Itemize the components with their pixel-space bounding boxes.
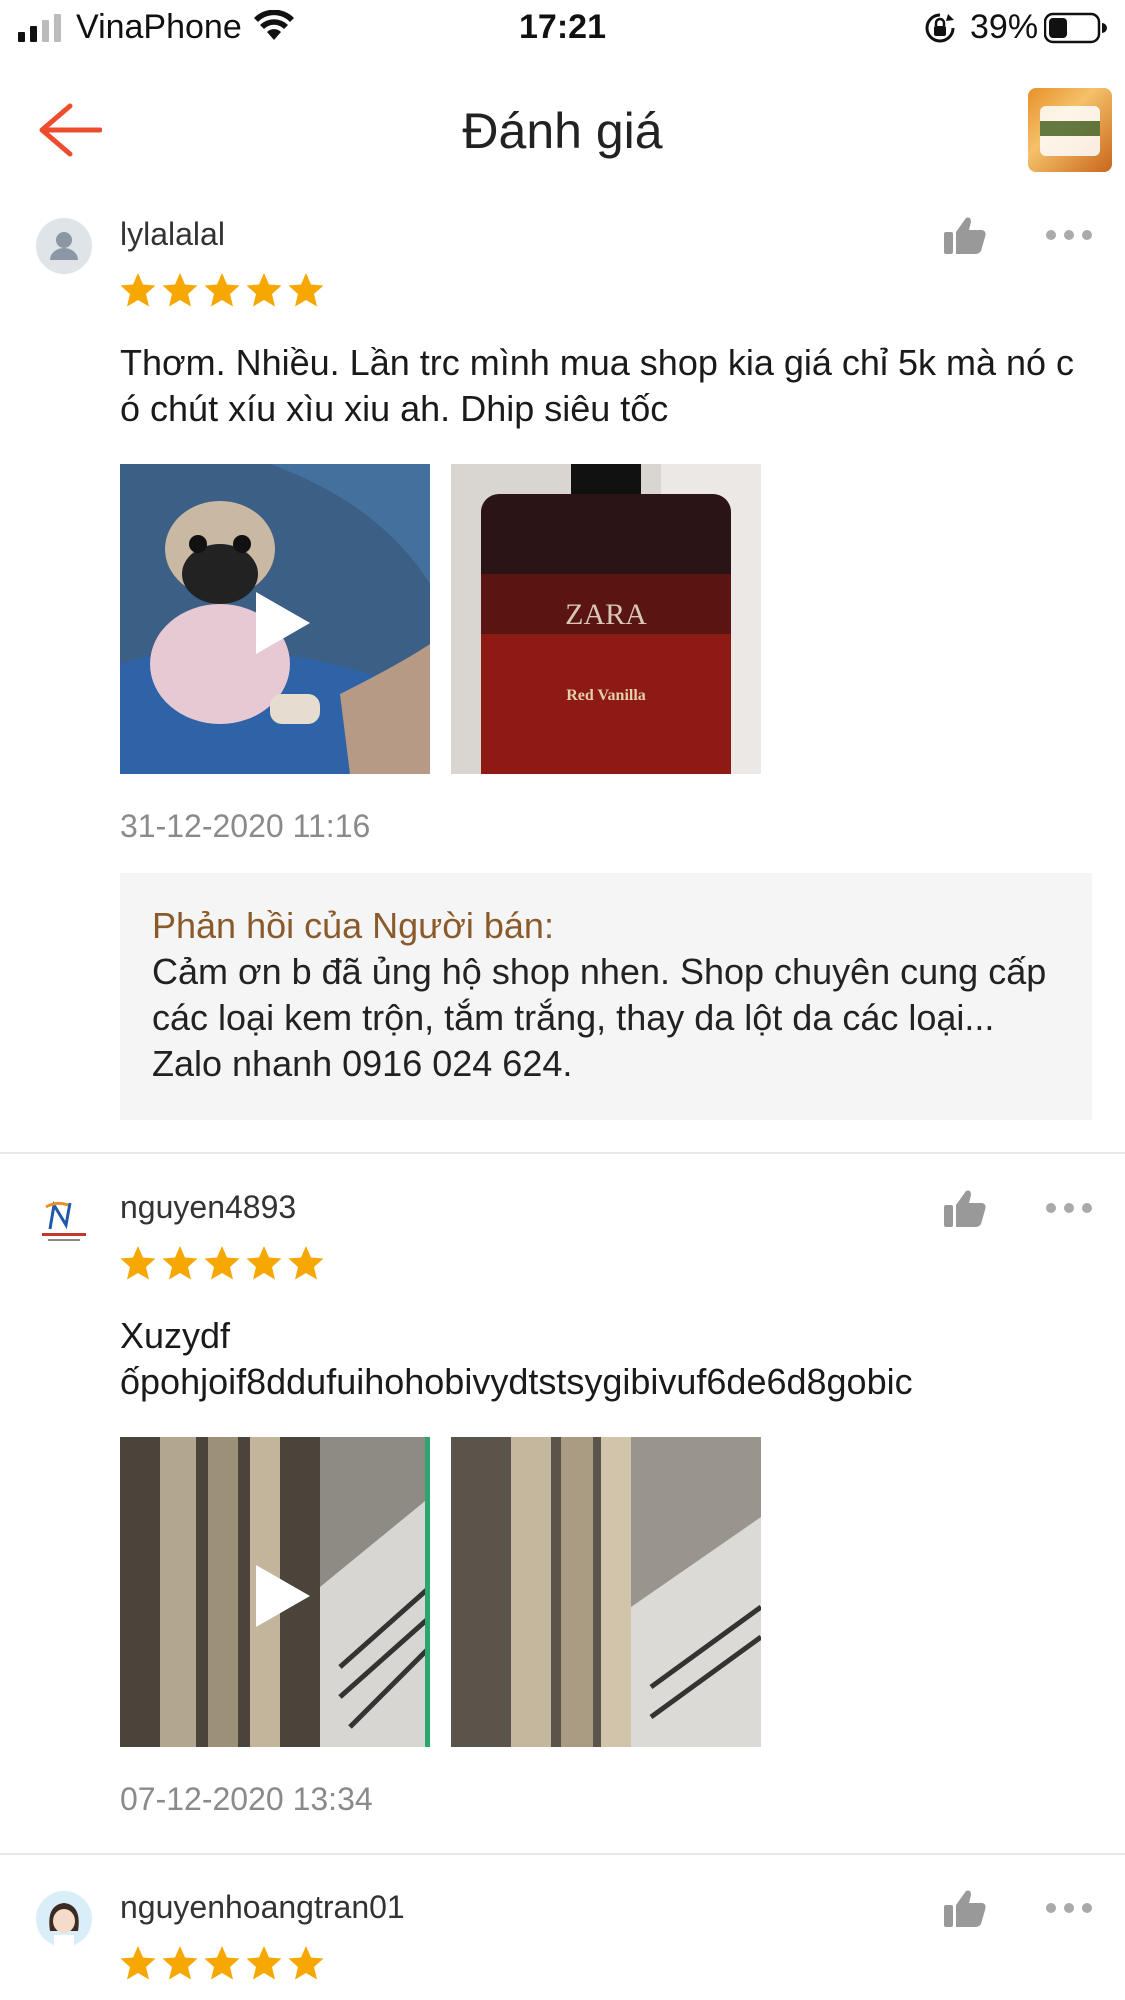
thumbs-up-icon[interactable]	[944, 214, 988, 256]
review-item: nguyenhoangtran01	[0, 1873, 1125, 2000]
thumbs-up-icon[interactable]	[944, 1187, 988, 1229]
product-thumbnail[interactable]	[1028, 88, 1112, 172]
review-video-thumbnail[interactable]	[120, 464, 430, 774]
seller-reply-title: Phản hồi của Người bán:	[152, 905, 554, 946]
avatar[interactable]	[36, 1193, 92, 1249]
star-icon	[246, 1946, 282, 1980]
user-avatar-image	[49, 1903, 79, 1947]
star-icon	[204, 1246, 240, 1280]
perfume-product-text: Red Vanilla	[566, 687, 646, 704]
status-bar: VinaPhone 17:21 39%	[0, 0, 1125, 56]
reviewer-username: lylalalal	[120, 216, 225, 252]
review-item: nguyen4893 Xuzydf ốpohjoif8ddufuihohobiv…	[0, 1173, 1125, 1853]
divider	[0, 1853, 1125, 1855]
battery-percent: 39%	[970, 8, 1039, 46]
more-options-icon[interactable]	[1044, 1901, 1094, 1915]
more-options-icon[interactable]	[1044, 228, 1094, 242]
seller-reply-text: Cảm ơn b đã ủng hộ shop nhen. Shop chuyê…	[152, 951, 1047, 1084]
stairs-image	[451, 1437, 761, 1747]
star-icon	[204, 273, 240, 307]
review-photo[interactable]: ZARA Red Vanilla	[451, 464, 761, 774]
star-icon	[120, 1946, 156, 1980]
review-comment: Xuzydf ốpohjoif8ddufuihohobivydtstsygibi…	[120, 1315, 913, 1402]
star-icon	[246, 273, 282, 307]
review-video-thumbnail[interactable]	[120, 1437, 430, 1747]
star-icon	[162, 1946, 198, 1980]
reviewer-username: nguyenhoangtran01	[120, 1889, 405, 1925]
review-date: 07-12-2020 13:34	[120, 1781, 373, 1817]
page-title: Đánh giá	[462, 103, 663, 159]
rotation-lock-icon	[925, 13, 955, 43]
star-icon	[162, 273, 198, 307]
review-date: 31-12-2020 11:16	[120, 808, 371, 844]
rating-stars	[118, 1243, 326, 1283]
divider	[0, 1152, 1125, 1154]
review-comment: Thơm. Nhiều. Lần trc mình mua shop kia g…	[120, 342, 1075, 429]
battery-icon	[1044, 12, 1107, 44]
product-thumbnail-image	[1040, 106, 1100, 156]
star-icon	[120, 273, 156, 307]
review-item: lylalalal Thơm. Nhiều. Lần trc mình mua …	[0, 200, 1125, 1152]
shop-logo-icon	[42, 1200, 86, 1241]
avatar[interactable]	[36, 218, 92, 274]
rating-stars	[118, 270, 326, 310]
star-icon	[204, 1946, 240, 1980]
avatar[interactable]	[36, 1891, 92, 1947]
rating-stars	[118, 1943, 326, 1983]
seller-reply: Phản hồi của Người bán: Cảm ơn b đã ủng …	[120, 873, 1092, 1120]
play-icon	[256, 592, 310, 654]
thumbs-up-icon[interactable]	[944, 1887, 988, 1929]
star-icon	[120, 1246, 156, 1280]
star-icon	[162, 1246, 198, 1280]
app-header: Đánh giá	[0, 56, 1125, 200]
perfume-brand-text: ZARA	[565, 598, 647, 631]
star-icon	[246, 1246, 282, 1280]
clock: 17:21	[519, 8, 606, 46]
play-icon	[256, 1565, 310, 1627]
default-user-icon	[50, 232, 78, 260]
reviewer-username: nguyen4893	[120, 1189, 297, 1225]
star-icon	[288, 273, 324, 307]
review-photo[interactable]	[451, 1437, 761, 1747]
star-icon	[288, 1946, 324, 1980]
star-icon	[288, 1246, 324, 1280]
more-options-icon[interactable]	[1044, 1201, 1094, 1215]
perfume-image: ZARA Red Vanilla	[451, 464, 761, 774]
